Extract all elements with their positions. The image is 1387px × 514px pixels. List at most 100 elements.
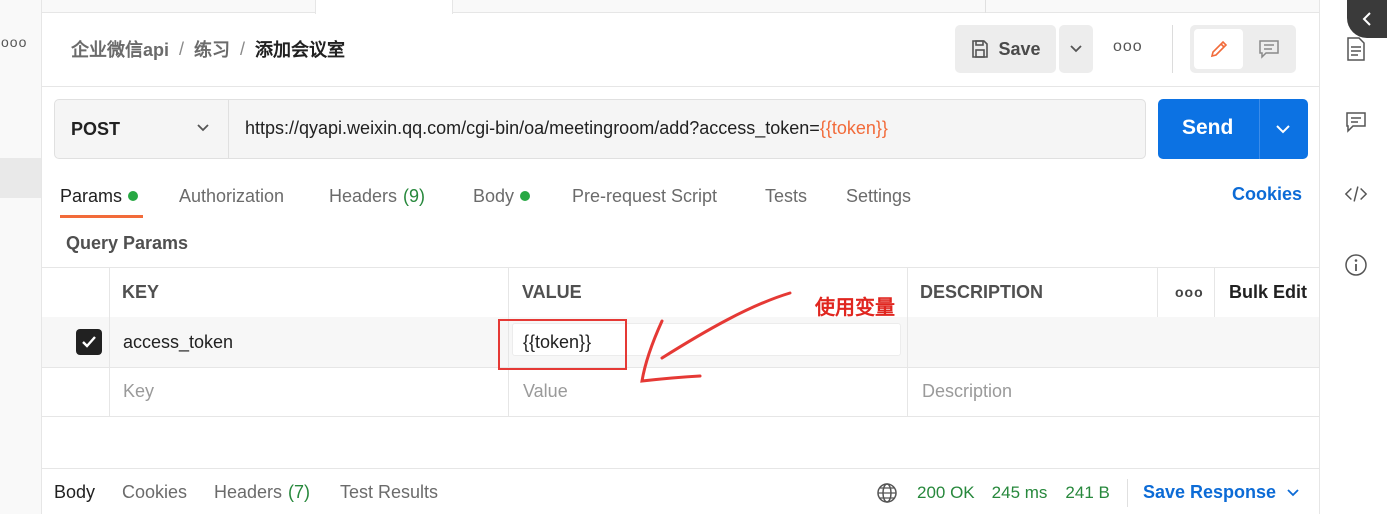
response-tab-body[interactable]: Body xyxy=(54,482,122,503)
view-mode-toggle xyxy=(1190,25,1296,73)
table-border xyxy=(42,267,1319,268)
annotation-highlight-box xyxy=(498,319,627,370)
send-divider xyxy=(1259,99,1260,159)
tab-body[interactable]: Body xyxy=(473,184,572,208)
tab-label: Cookies xyxy=(122,482,188,502)
response-meta: 200 OK 245 ms 241 B xyxy=(876,482,1110,504)
meta-divider xyxy=(1127,479,1128,507)
save-icon xyxy=(972,40,989,58)
tab-tests[interactable]: Tests xyxy=(765,184,846,208)
value-placeholder[interactable]: Value xyxy=(523,367,568,416)
header-divider xyxy=(1172,25,1173,73)
breadcrumb-separator: / xyxy=(240,38,246,59)
method-select[interactable]: POST xyxy=(55,100,229,158)
table-border xyxy=(1157,267,1158,317)
right-sidebar xyxy=(1319,0,1387,514)
response-tab-headers[interactable]: Headers (7) xyxy=(214,482,340,503)
active-request-tab[interactable] xyxy=(315,0,453,14)
annotation-arrow xyxy=(640,291,792,383)
url-prefix: https://qyapi.weixin.qq.com/cgi-bin/oa/m… xyxy=(245,118,820,138)
tab-divider xyxy=(985,0,986,13)
response-tab-cookies[interactable]: Cookies xyxy=(122,482,214,503)
key-placeholder[interactable]: Key xyxy=(123,367,154,416)
table-border xyxy=(1214,267,1215,317)
url-input[interactable]: https://qyapi.weixin.qq.com/cgi-bin/oa/m… xyxy=(245,118,888,139)
tab-params[interactable]: Params xyxy=(60,184,179,208)
tab-pre-request-script[interactable]: Pre-request Script xyxy=(572,184,765,208)
bulk-edit-button[interactable]: Bulk Edit xyxy=(1229,267,1307,317)
info-icon[interactable] xyxy=(1344,253,1368,277)
chevron-left-icon xyxy=(1362,12,1371,26)
sidebar-selected-item[interactable] xyxy=(0,158,41,198)
send-label: Send xyxy=(1182,116,1234,139)
sidebar-more-icon[interactable]: ooo xyxy=(1,34,27,50)
ellipsis-icon[interactable]: ooo xyxy=(1113,38,1143,56)
response-divider xyxy=(42,468,1319,469)
tab-label: Settings xyxy=(846,185,912,206)
save-button[interactable]: Save xyxy=(955,25,1056,73)
response-size[interactable]: 241 B xyxy=(1065,483,1109,503)
chevron-down-icon xyxy=(1287,488,1299,496)
annotation-label: 使用变量 xyxy=(815,297,895,319)
tab-label: Test Results xyxy=(340,482,439,502)
tab-label: Params xyxy=(60,185,123,206)
code-icon[interactable] xyxy=(1344,182,1368,206)
send-button[interactable]: Send xyxy=(1158,99,1308,159)
tab-authorization[interactable]: Authorization xyxy=(179,184,329,208)
breadcrumb: 企业微信api / 练习 / 添加会议室 xyxy=(71,37,345,61)
active-tab-indicator xyxy=(60,215,143,218)
status-code[interactable]: 200 OK xyxy=(917,483,975,503)
tab-label: Authorization xyxy=(179,185,285,206)
response-tabs: Body Cookies Headers (7) Test Results xyxy=(54,482,438,503)
method-label: POST xyxy=(71,118,121,139)
pencil-icon xyxy=(1210,40,1227,58)
tab-label: Headers xyxy=(214,482,283,502)
table-border xyxy=(42,416,1319,417)
status-dot xyxy=(128,191,139,201)
tab-label: Body xyxy=(54,482,96,502)
breadcrumb-request-title[interactable]: 添加会议室 xyxy=(255,36,345,62)
comment-icon xyxy=(1258,40,1279,59)
ellipsis-icon[interactable]: ooo xyxy=(1175,267,1204,317)
header-divider-line xyxy=(42,86,1319,87)
save-label: Save xyxy=(998,38,1041,59)
sidebar-strip: ooo xyxy=(0,0,42,514)
tab-label: Tests xyxy=(765,185,808,206)
globe-icon[interactable] xyxy=(876,482,898,504)
save-dropdown-button[interactable] xyxy=(1059,25,1093,73)
chevron-down-icon[interactable] xyxy=(1274,120,1292,138)
chevron-down-icon xyxy=(197,124,209,132)
column-header-key: KEY xyxy=(122,281,160,302)
comments-icon[interactable] xyxy=(1344,110,1368,134)
tab-headers[interactable]: Headers (9) xyxy=(329,184,473,208)
breadcrumb-folder[interactable]: 练习 xyxy=(194,36,230,62)
param-key[interactable]: access_token xyxy=(123,317,233,367)
breadcrumb-separator: / xyxy=(179,38,185,59)
column-header-description: DESCRIPTION xyxy=(920,281,1044,302)
cookies-link[interactable]: Cookies xyxy=(1232,184,1302,205)
save-response-button[interactable]: Save Response xyxy=(1143,482,1300,503)
param-checkbox[interactable] xyxy=(76,329,102,355)
chevron-down-icon xyxy=(1070,45,1082,53)
response-time[interactable]: 245 ms xyxy=(992,483,1048,503)
url-bar: POST https://qyapi.weixin.qq.com/cgi-bin… xyxy=(54,99,1146,159)
comment-mode-button[interactable] xyxy=(1245,29,1292,69)
request-tabs: Params Authorization Headers (9) Body Pre… xyxy=(60,184,911,208)
url-variable: {{token}} xyxy=(819,118,888,138)
documentation-icon[interactable] xyxy=(1344,37,1368,61)
description-placeholder[interactable]: Description xyxy=(922,367,1012,416)
tab-label: Pre-request Script xyxy=(572,185,718,206)
edit-mode-button[interactable] xyxy=(1194,29,1243,69)
tab-label: Headers xyxy=(329,185,398,206)
collapse-sidebar-button[interactable] xyxy=(1347,0,1387,38)
table-border xyxy=(109,267,110,417)
save-response-label: Save Response xyxy=(1143,482,1277,502)
tab-count: (9) xyxy=(403,185,426,206)
column-header-value: VALUE xyxy=(522,281,582,302)
tab-settings[interactable]: Settings xyxy=(846,184,911,208)
breadcrumb-collection[interactable]: 企业微信api xyxy=(71,36,169,62)
check-icon xyxy=(82,336,96,348)
request-tab-strip xyxy=(42,0,1319,13)
table-border xyxy=(907,267,908,417)
response-tab-test-results[interactable]: Test Results xyxy=(340,482,438,503)
